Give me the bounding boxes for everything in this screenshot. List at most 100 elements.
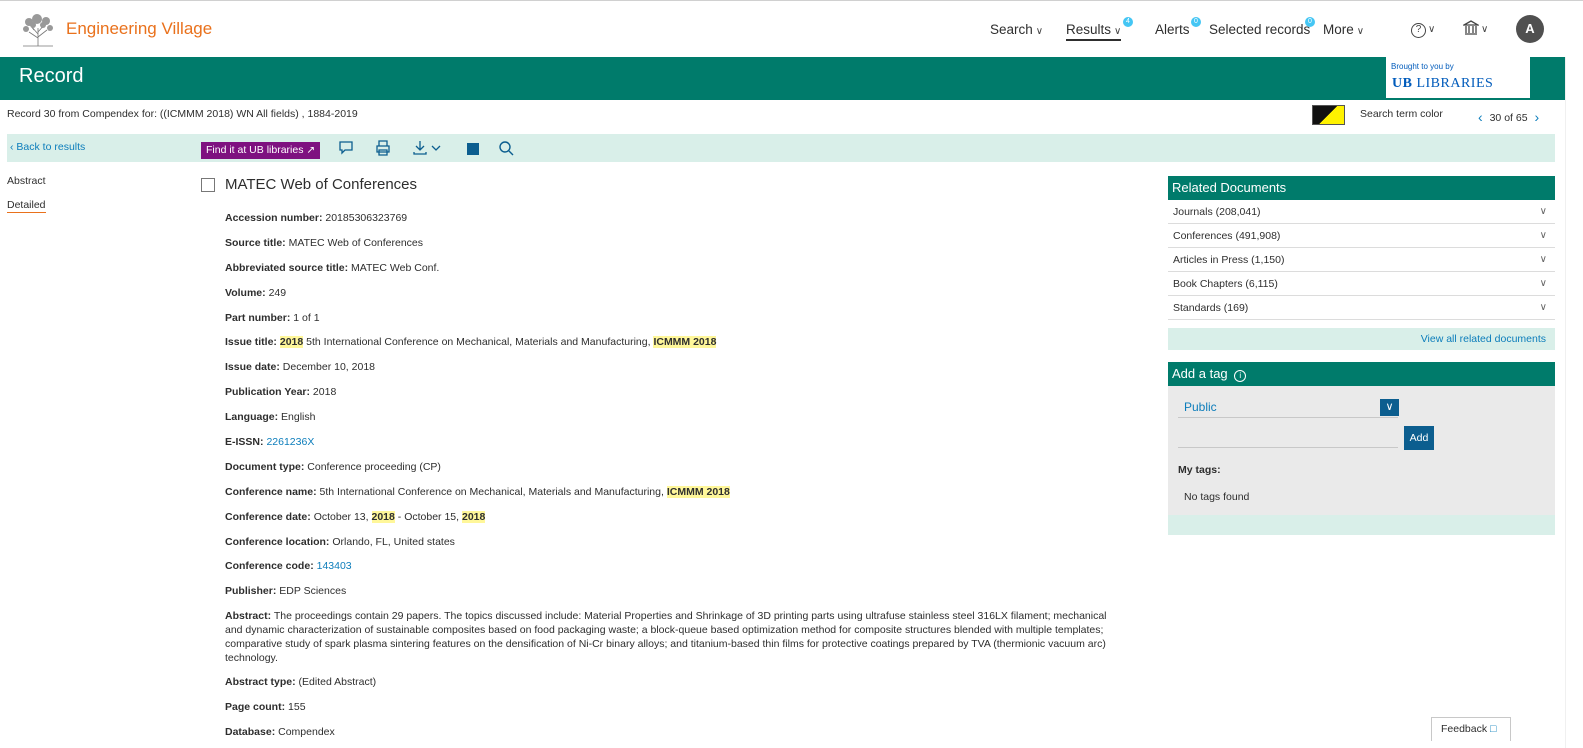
field-accession-number: Accession number: 20185306323769 — [225, 211, 1125, 236]
next-record-icon[interactable]: › — [1534, 109, 1539, 125]
search-term-color-picker[interactable] — [1312, 105, 1345, 125]
field-label: Publication Year: — [225, 386, 310, 399]
field-label: E-ISSN: — [225, 436, 264, 449]
nav-alerts-label: Alerts — [1155, 22, 1190, 37]
search-term-highlight: 2018 — [461, 510, 486, 523]
page-title: Record — [19, 65, 84, 87]
field-conference-name: Conference name: 5th International Confe… — [225, 485, 1125, 510]
related-item-standards[interactable]: Standards (169) ∨ — [1168, 296, 1555, 320]
field-label: Page count: — [225, 701, 286, 714]
chevron-down-icon: ∨ — [1035, 26, 1044, 37]
e-issn-link[interactable]: 2261236X — [266, 436, 314, 448]
add-tag-button[interactable]: Add — [1404, 426, 1434, 450]
search-term-highlight: ICMMM 2018 — [666, 485, 730, 498]
previous-record-icon[interactable]: ‹ — [1478, 109, 1483, 125]
add-tag-panel: Add a tag i Public ∨ Add My tags: No tag… — [1168, 362, 1555, 535]
record-view-nav: Abstract Detailed — [7, 175, 46, 225]
logo-text[interactable]: Engineering Village — [66, 19, 212, 39]
tag-visibility-select[interactable]: Public — [1178, 396, 1398, 418]
field-label: Conference location: — [225, 535, 330, 548]
record-query-info: Record 30 from Compendex for: ((ICMMM 20… — [7, 108, 358, 120]
related-item-label: Journals (208,041) — [1173, 206, 1261, 218]
field-value: 1 of 1 — [293, 311, 320, 324]
record-header-band: Record Brought to you by UB LIBRARIES — [0, 57, 1565, 100]
chevron-down-icon: ∨ — [1539, 302, 1547, 313]
field-part-number: Part number: 1 of 1 — [225, 311, 1125, 336]
field-value: 5th International Conference on Mechanic… — [319, 485, 664, 498]
feedback-label: Feedback — [1441, 723, 1488, 735]
libraries-text: LIBRARIES — [1416, 76, 1494, 91]
related-item-conferences[interactable]: Conferences (491,908) ∨ — [1168, 224, 1555, 248]
related-item-label: Conferences (491,908) — [1173, 230, 1281, 242]
nav-selected-records[interactable]: Selected records — [1209, 22, 1310, 37]
download-icon[interactable] — [411, 139, 445, 157]
related-documents-panel: Related Documents Journals (208,041) ∨ Co… — [1168, 176, 1555, 350]
field-label: Conference code: — [225, 560, 314, 573]
print-icon[interactable] — [374, 139, 392, 157]
find-it-label: Find it at UB libraries — [206, 144, 304, 156]
top-navigation: Engineering Village Search ∨ Results ∨ 4 A… — [0, 0, 1583, 57]
chevron-down-icon: ∨ — [1356, 26, 1365, 37]
add-tag-title: Add a tag — [1172, 366, 1228, 381]
field-label: Issue title: — [225, 336, 277, 349]
field-database: Database: Compendex — [225, 725, 1125, 748]
field-document-type: Document type: Conference proceeding (CP… — [225, 460, 1125, 485]
comment-icon[interactable] — [337, 139, 355, 157]
field-value: MATEC Web Conf. — [351, 261, 440, 274]
field-label: Volume: — [225, 286, 266, 299]
field-abstract: Abstract: The proceedings contain 29 pap… — [225, 609, 1125, 665]
save-to-folder-icon[interactable] — [464, 139, 482, 157]
find-it-button[interactable]: Find it at UB libraries ↗ — [201, 142, 321, 159]
conference-code-link[interactable]: 143403 — [317, 560, 352, 572]
page-scrollbar[interactable] — [1565, 57, 1583, 748]
related-item-label: Book Chapters (6,115) — [1173, 278, 1278, 290]
field-language: Language: English — [225, 410, 1125, 435]
field-conference-code: Conference code: 143403 — [225, 559, 1125, 584]
tag-input[interactable] — [1178, 428, 1398, 448]
nav-abstract[interactable]: Abstract — [7, 175, 46, 187]
help-icon: ? — [1411, 23, 1426, 38]
select-record-checkbox[interactable] — [201, 178, 215, 192]
related-item-label: Articles in Press (1,150) — [1173, 254, 1285, 266]
alerts-count-badge: 0 — [1191, 17, 1201, 27]
field-label: Issue date: — [225, 361, 280, 374]
add-tag-body: Public ∨ Add My tags: No tags found — [1168, 386, 1555, 515]
ub-mark: UB — [1392, 76, 1413, 91]
field-value: English — [281, 411, 316, 424]
info-icon[interactable]: i — [1234, 370, 1247, 382]
search-term-color-label: Search term color — [1360, 108, 1443, 120]
feedback-button[interactable]: Feedback □ — [1431, 717, 1511, 741]
field-label: Database: — [225, 726, 276, 739]
brought-to-you-label: Brought to you by — [1391, 62, 1454, 71]
document-fields: Accession number: 20185306323769 Source … — [225, 211, 1125, 748]
help-menu[interactable]: ? ∨ — [1411, 19, 1435, 38]
chevron-down-icon: ∨ — [1539, 254, 1547, 265]
search-icon[interactable] — [497, 139, 515, 157]
institution-branding[interactable]: Brought to you by UB LIBRARIES — [1386, 57, 1530, 98]
related-item-journals[interactable]: Journals (208,041) ∨ — [1168, 200, 1555, 224]
field-value: 2018 — [312, 386, 337, 399]
field-value: 155 — [288, 701, 306, 714]
nav-alerts[interactable]: Alerts — [1155, 22, 1190, 37]
institution-menu[interactable]: ∨ — [1461, 19, 1488, 36]
nav-detailed[interactable]: Detailed — [7, 199, 46, 213]
nav-search-label: Search — [990, 22, 1033, 37]
field-value: Orlando, FL, United states — [332, 535, 455, 548]
related-item-articles-in-press[interactable]: Articles in Press (1,150) ∨ — [1168, 248, 1555, 272]
field-value: 20185306323769 — [325, 212, 408, 224]
nav-results[interactable]: Results ∨ — [1066, 22, 1122, 41]
chevron-down-icon[interactable]: ∨ — [1380, 399, 1399, 416]
nav-search[interactable]: Search ∨ — [990, 22, 1043, 37]
field-value: December 10, 2018 — [282, 361, 376, 374]
related-item-label: Standards (169) — [1173, 302, 1249, 314]
elsevier-tree-logo-icon[interactable] — [19, 12, 57, 48]
no-tags-message: No tags found — [1184, 491, 1250, 503]
ub-libraries-logo: UB LIBRARIES — [1392, 76, 1493, 92]
field-label: Conference date: — [225, 510, 311, 523]
nav-selected-records-label: Selected records — [1209, 22, 1311, 37]
related-item-book-chapters[interactable]: Book Chapters (6,115) ∨ — [1168, 272, 1555, 296]
view-all-related-link[interactable]: View all related documents — [1168, 328, 1555, 350]
nav-more[interactable]: More ∨ — [1323, 22, 1364, 37]
user-avatar[interactable]: A — [1516, 15, 1544, 43]
back-to-results-link[interactable]: ‹ Back to results — [10, 141, 85, 153]
